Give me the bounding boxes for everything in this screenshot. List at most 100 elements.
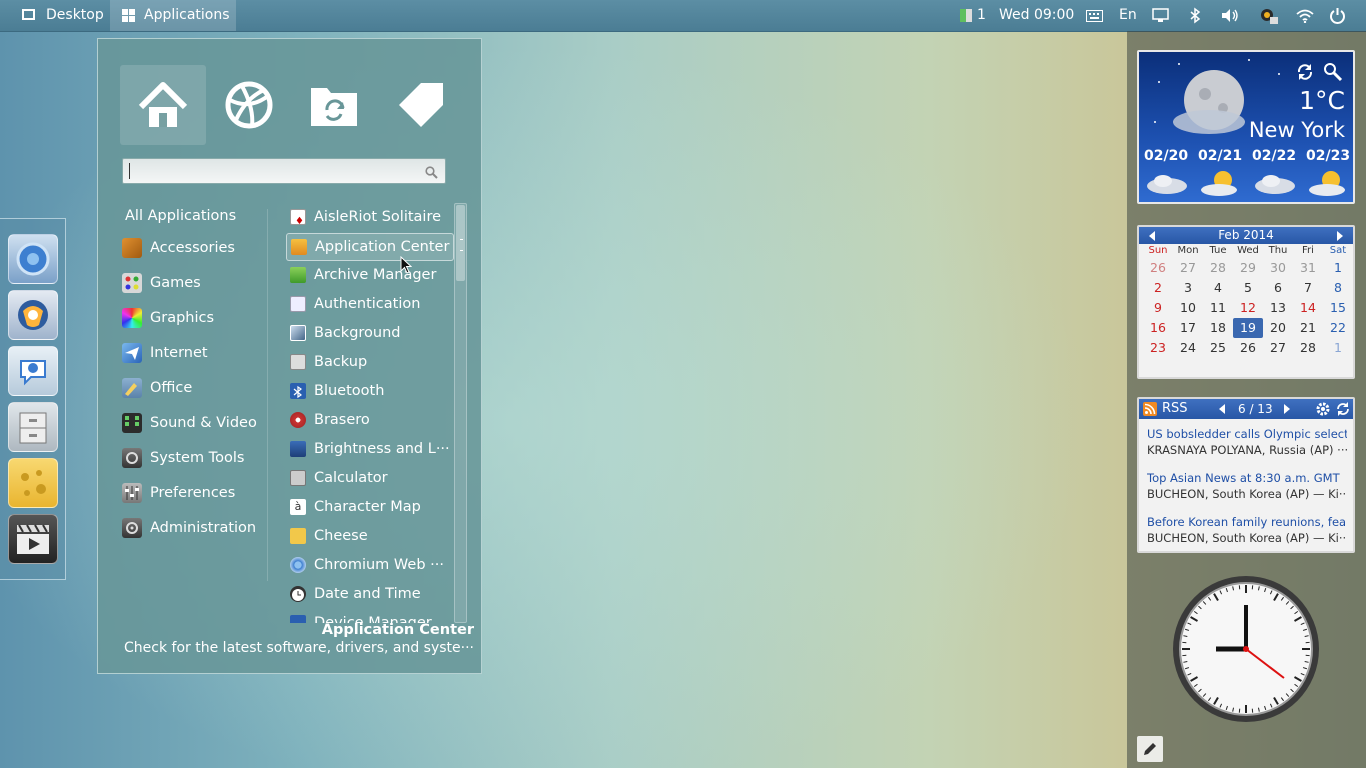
app-list-scrollbar[interactable] [454, 203, 467, 623]
folder-sync-icon[interactable] [292, 65, 378, 145]
calendar-day[interactable]: 27 [1263, 338, 1293, 358]
calendar-day[interactable]: 28 [1203, 258, 1233, 278]
app-calculator[interactable]: Calculator [286, 465, 452, 491]
app-background[interactable]: Background [286, 320, 452, 346]
power-icon[interactable] [1329, 7, 1346, 24]
calendar-day[interactable]: 11 [1203, 298, 1233, 318]
rss-item[interactable]: US bobsledder calls Olympic select··· KR… [1147, 426, 1347, 458]
edit-widgets-button[interactable] [1137, 736, 1163, 762]
calendar-day[interactable]: 4 [1203, 278, 1233, 298]
rss-item-title[interactable]: Before Korean family reunions, fea··· [1147, 514, 1347, 530]
volume-icon[interactable] [1221, 7, 1238, 24]
file-cabinet-icon[interactable] [8, 402, 58, 452]
mail-icon[interactable] [8, 290, 58, 340]
search-field[interactable] [122, 158, 446, 184]
weather-search-icon[interactable] [1323, 62, 1343, 86]
calendar-day[interactable]: 13 [1263, 298, 1293, 318]
app-archive-manager[interactable]: Archive Manager [286, 262, 452, 288]
network-manager-icon[interactable] [1259, 7, 1279, 24]
rss-item[interactable]: Top Asian News at 8:30 a.m. GMT BUCHEON,… [1147, 470, 1347, 502]
calendar-day[interactable]: 6 [1263, 278, 1293, 298]
app-cheese[interactable]: Cheese [286, 523, 452, 549]
drag-handle-icon[interactable] [460, 239, 463, 251]
rss-item-desc: BUCHEON, South Korea (AP) — Ki··· [1147, 531, 1347, 545]
app-aisleriot-solitaire[interactable]: ♦ AisleRiot Solitaire [286, 204, 452, 230]
calendar-day[interactable]: 31 [1293, 258, 1323, 278]
calendar-day[interactable]: 16 [1143, 318, 1173, 338]
app-brightness-and-lock[interactable]: Brightness and L··· [286, 436, 452, 462]
app-date-and-time[interactable]: Date and Time [286, 581, 452, 607]
calendar-day[interactable]: 26 [1233, 338, 1263, 358]
rss-item-title[interactable]: US bobsledder calls Olympic select··· [1147, 426, 1347, 442]
rss-refresh-icon[interactable] [1335, 401, 1351, 424]
rss-item-title[interactable]: Top Asian News at 8:30 a.m. GMT [1147, 470, 1347, 486]
rss-item[interactable]: Before Korean family reunions, fea··· BU… [1147, 514, 1347, 546]
app-chromium-web-browser[interactable]: Chromium Web ··· [286, 552, 452, 578]
calendar-day[interactable]: 18 [1203, 318, 1233, 338]
app-bluetooth[interactable]: Bluetooth [286, 378, 452, 404]
analog-clock-widget[interactable] [1171, 574, 1321, 724]
calendar-day[interactable]: 21 [1293, 318, 1323, 338]
app-backup[interactable]: Backup [286, 349, 452, 375]
video-player-icon[interactable] [8, 514, 58, 564]
chat-icon[interactable] [8, 346, 58, 396]
applications-button[interactable]: Applications [110, 0, 236, 31]
keyboard-icon[interactable] [1086, 7, 1103, 24]
calendar-widget[interactable]: Feb 2014 Sun Mon Tue Wed Thu Fri Sat 26 27 28 29 30… [1137, 225, 1355, 379]
home-icon[interactable] [120, 65, 206, 145]
calendar-day[interactable]: 17 [1173, 318, 1203, 338]
refresh-icon[interactable] [1295, 62, 1315, 86]
chromium-icon[interactable] [8, 234, 58, 284]
search-icon[interactable] [425, 164, 438, 183]
calendar-day[interactable]: 24 [1173, 338, 1203, 358]
calendar-day[interactable]: 22 [1323, 318, 1353, 338]
calendar-day[interactable]: 12 [1233, 298, 1263, 318]
calendar-day[interactable]: 29 [1233, 258, 1263, 278]
calendar-day[interactable]: 14 [1293, 298, 1323, 318]
calendar-day[interactable]: 15 [1323, 298, 1353, 318]
calendar-day[interactable]: 26 [1143, 258, 1173, 278]
panel-clock[interactable]: Wed 09:00 [999, 0, 1074, 31]
calendar-day[interactable]: 25 [1203, 338, 1233, 358]
rss-widget[interactable]: RSS 6 / 13 US bobsledder calls Olympic s… [1137, 397, 1355, 553]
calendar-day[interactable]: 28 [1293, 338, 1323, 358]
bluetooth-icon[interactable] [1186, 7, 1203, 24]
device-manager-icon [290, 615, 306, 623]
workspace-indicator[interactable]: 1 [958, 0, 986, 31]
rss-next-icon[interactable] [1284, 404, 1290, 414]
calendar-day[interactable]: 3 [1173, 278, 1203, 298]
calendar-day[interactable]: 5 [1233, 278, 1263, 298]
calendar-day[interactable]: 1 [1323, 258, 1353, 278]
calendar-day[interactable]: 7 [1293, 278, 1323, 298]
display-icon[interactable] [1152, 7, 1169, 24]
globe-icon[interactable] [206, 65, 292, 145]
app-brasero[interactable]: Brasero [286, 407, 452, 433]
tag-icon[interactable] [378, 65, 464, 145]
search-input[interactable] [129, 163, 130, 179]
rss-prev-icon[interactable] [1219, 404, 1225, 414]
keyboard-layout[interactable]: En [1119, 0, 1137, 31]
calendar-day[interactable]: 20 [1263, 318, 1293, 338]
show-desktop-button[interactable]: Desktop [14, 0, 110, 31]
calendar-day[interactable]: 10 [1173, 298, 1203, 318]
svg-text:♦: ♦ [295, 216, 304, 227]
calendar-next-icon[interactable] [1337, 231, 1343, 241]
calendar-day[interactable]: 1 [1323, 338, 1353, 358]
calendar-day[interactable]: 2 [1143, 278, 1173, 298]
calendar-day[interactable]: 8 [1323, 278, 1353, 298]
calendar-prev-icon[interactable] [1149, 231, 1155, 241]
cheese-icon[interactable] [8, 458, 58, 508]
calendar-day[interactable]: 27 [1173, 258, 1203, 278]
app-application-center[interactable]: Application Center [286, 233, 454, 261]
calendar-day[interactable]: 19 [1233, 318, 1263, 338]
app-authentication[interactable]: Authentication [286, 291, 452, 317]
calendar-day[interactable]: 23 [1143, 338, 1173, 358]
calendar-day[interactable]: 30 [1263, 258, 1293, 278]
calendar-month: Feb 2014 [1218, 228, 1274, 242]
app-character-map[interactable]: à Character Map [286, 494, 452, 520]
rss-settings-icon[interactable] [1315, 401, 1331, 424]
calendar-day[interactable]: 9 [1143, 298, 1173, 318]
wifi-icon[interactable] [1295, 7, 1315, 24]
applications-icon [122, 9, 135, 22]
weather-widget[interactable]: 1°C New York 02/20 02/21 02/22 02/23 [1137, 50, 1355, 204]
